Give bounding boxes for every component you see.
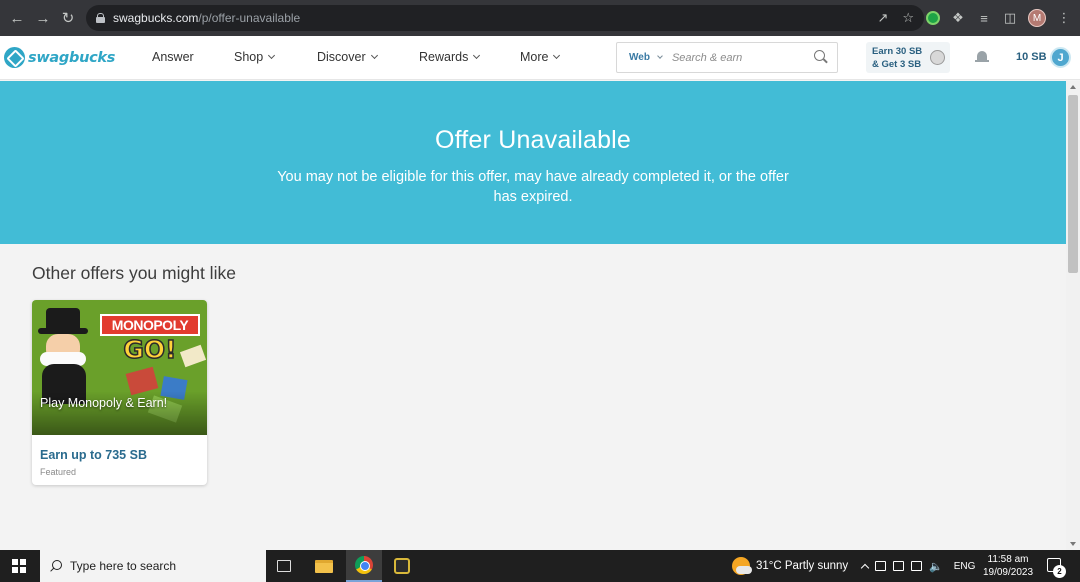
share-icon[interactable]: ↗: [877, 10, 888, 26]
scroll-up-icon[interactable]: [1070, 85, 1076, 89]
network-icon[interactable]: [911, 561, 922, 571]
back-icon[interactable]: ←: [6, 7, 28, 29]
device-icon[interactable]: [875, 561, 886, 571]
chevron-down-icon: [268, 51, 276, 60]
coin-icon: [930, 50, 945, 65]
chevron-down-icon: [553, 51, 561, 60]
sb-balance[interactable]: 10 SB: [1016, 51, 1047, 63]
address-bar[interactable]: swagbucks.com/p/offer-unavailable ↗ ☆: [86, 5, 924, 31]
weather-icon[interactable]: [732, 557, 752, 575]
display-icon[interactable]: [893, 561, 904, 571]
offer-tag: Featured: [40, 467, 77, 477]
taskbar-search-input[interactable]: Type here to search: [70, 559, 176, 573]
promo-line-2: & Get 3 SB: [872, 59, 922, 70]
url-host: swagbucks.com: [113, 11, 199, 25]
taskbar: Type here to search 31°C Partly sunny 🔈 …: [0, 550, 1080, 582]
offer-card[interactable]: MONOPOLY GO! Play Monopoly & Earn! Earn …: [32, 300, 207, 485]
menu-kebab-icon[interactable]: ⋮: [1056, 10, 1072, 26]
logo-bottom: GO!: [123, 334, 178, 365]
task-view-button[interactable]: [266, 550, 302, 582]
scrollbar-thumb[interactable]: [1068, 95, 1078, 273]
show-hidden-icons-chevron-icon[interactable]: [860, 563, 870, 573]
unavailable-message: You may not be eligible for this offer, …: [277, 169, 789, 205]
extension-icon[interactable]: [926, 11, 940, 25]
url-path: /p/offer-unavailable: [198, 11, 301, 25]
nav-answer-label: Answer: [152, 50, 194, 64]
site-header: swagbucks Answer Shop Discover Rewards M…: [0, 36, 1080, 80]
search-icon: [50, 560, 62, 572]
mascot-hat: [46, 308, 80, 330]
nav-answer[interactable]: Answer: [152, 50, 194, 64]
page-scrollbar[interactable]: [1066, 81, 1080, 550]
swagbucks-logo-icon: [4, 47, 25, 68]
offer-earn-amount[interactable]: Earn up to 735 SB: [40, 448, 147, 462]
nav-rewards[interactable]: Rewards: [419, 50, 481, 64]
volume-icon[interactable]: 🔈: [929, 560, 943, 573]
reload-icon[interactable]: ↻: [57, 7, 79, 29]
chevron-down-icon[interactable]: [657, 53, 663, 59]
search-box[interactable]: Web Search & earn: [616, 42, 838, 73]
windows-start-icon[interactable]: [12, 559, 26, 573]
offer-image[interactable]: MONOPOLY GO! Play Monopoly & Earn!: [32, 300, 207, 435]
reading-list-icon[interactable]: ≡: [976, 11, 992, 26]
chevron-down-icon: [370, 51, 378, 60]
chrome-icon: [355, 556, 373, 574]
nav-shop[interactable]: Shop: [234, 50, 276, 64]
folder-icon: [315, 559, 333, 573]
nav-shop-label: Shop: [234, 50, 264, 64]
offer-caption: Play Monopoly & Earn!: [32, 391, 207, 435]
clock[interactable]: 11:58 am 19/09/2023: [980, 553, 1036, 579]
page-title: Offer Unavailable: [434, 126, 632, 154]
profile-avatar[interactable]: M: [1028, 9, 1046, 27]
weather-text[interactable]: 31°C Partly sunny: [756, 560, 848, 572]
bookmark-star-icon[interactable]: ☆: [902, 10, 914, 26]
scroll-down-icon[interactable]: [1070, 542, 1076, 546]
notification-bell-icon[interactable]: [975, 50, 989, 65]
task-view-icon: [277, 560, 291, 572]
logo-text: swagbucks: [28, 49, 116, 66]
nav-discover-label: Discover: [317, 50, 366, 64]
swagbucks-logo[interactable]: swagbucks: [4, 47, 115, 68]
chrome-taskbar-button[interactable]: [346, 550, 382, 582]
notification-badge: 2: [1053, 565, 1066, 578]
promo-line-1: Earn 30 SB: [872, 46, 923, 57]
browser-toolbar: ← → ↻ swagbucks.com/p/offer-unavailable …: [0, 0, 1080, 36]
system-tray: 🔈 ENG: [860, 550, 976, 582]
lock-icon[interactable]: [96, 13, 105, 23]
nav-discover[interactable]: Discover: [317, 50, 378, 64]
chevron-down-icon: [473, 51, 481, 60]
forward-icon[interactable]: →: [32, 7, 54, 29]
clock-time: 11:58 am: [987, 554, 1029, 565]
taskbar-search[interactable]: Type here to search: [40, 550, 266, 582]
nav-more[interactable]: More: [520, 50, 561, 64]
nav-rewards-label: Rewards: [419, 50, 469, 64]
offer-unavailable-banner: Offer Unavailable You may not be eligibl…: [0, 81, 1066, 244]
search-input[interactable]: Search & earn: [672, 52, 742, 64]
game-app-icon: [394, 558, 410, 574]
section-title: Other offers you might like: [32, 263, 236, 283]
search-scope-select[interactable]: Web: [629, 52, 650, 63]
earn-promo-button[interactable]: Earn 30 SB & Get 3 SB: [866, 42, 950, 73]
offer-caption-text: Play Monopoly & Earn!: [40, 396, 168, 410]
user-avatar[interactable]: J: [1050, 47, 1071, 68]
monopoly-go-logo: MONOPOLY GO!: [100, 314, 200, 365]
file-explorer-button[interactable]: [306, 550, 342, 582]
search-icon[interactable]: [814, 50, 828, 64]
language-indicator[interactable]: ENG: [954, 561, 976, 572]
side-panel-icon[interactable]: ◫: [1002, 10, 1018, 26]
logo-top: MONOPOLY: [100, 314, 200, 336]
game-taskbar-button[interactable]: [384, 550, 420, 582]
clock-date: 19/09/2023: [982, 567, 1034, 578]
nav-more-label: More: [520, 50, 549, 64]
extensions-puzzle-icon[interactable]: ❖: [950, 10, 966, 26]
